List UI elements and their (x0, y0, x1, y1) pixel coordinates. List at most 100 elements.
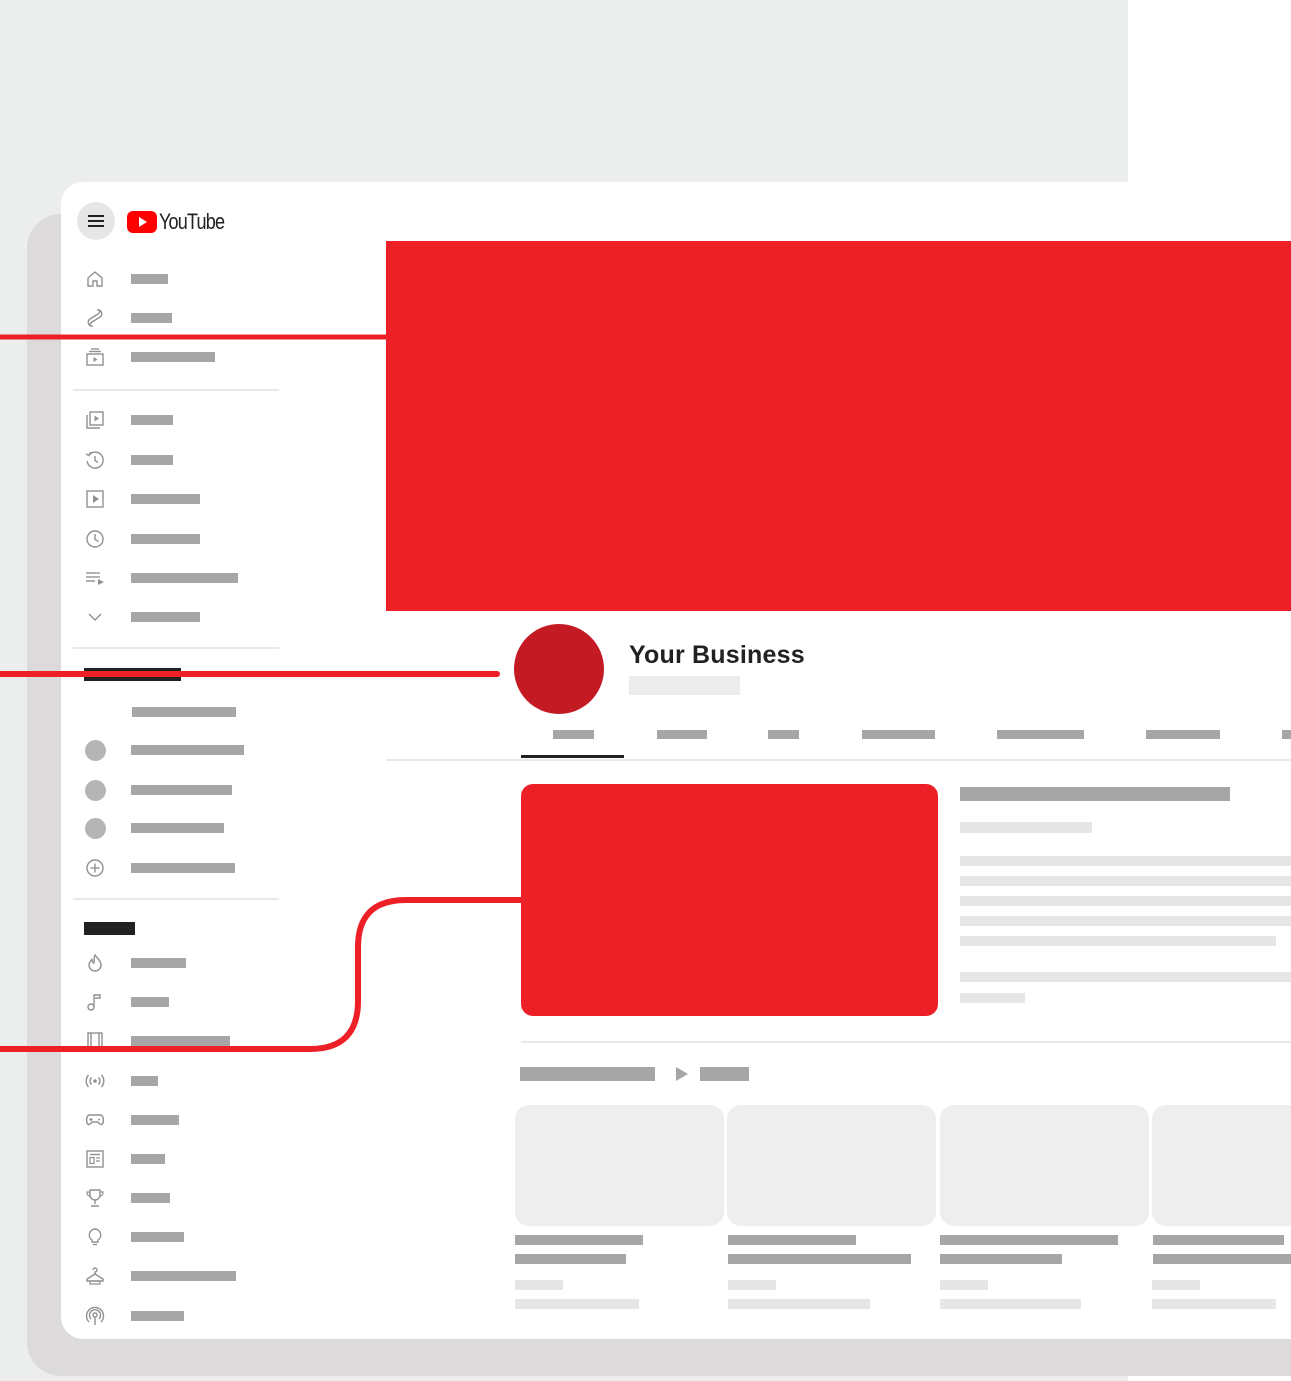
description-line-placeholder (960, 896, 1291, 906)
card-title-placeholder (940, 1235, 1118, 1245)
featured-video-title-placeholder (960, 787, 1230, 801)
youtube-wordmark: YouTube (159, 209, 225, 234)
sidebar-label-placeholder (131, 494, 200, 504)
video-card-thumbnail[interactable] (940, 1105, 1149, 1226)
hamburger-menu-button[interactable] (77, 202, 115, 240)
news-icon (86, 1150, 104, 1168)
tabs-divider (386, 759, 1291, 761)
your-videos-icon (86, 490, 104, 508)
video-card-thumbnail[interactable] (727, 1105, 936, 1226)
sidebar-item-history[interactable] (61, 448, 291, 472)
live-icon (85, 1074, 105, 1088)
sidebar-label-placeholder (132, 707, 236, 717)
sidebar-item-subscriptions[interactable] (61, 345, 291, 369)
sidebar-label-placeholder (131, 352, 215, 362)
sidebar-label-placeholder (131, 745, 244, 755)
show-more-chevron-icon (88, 613, 102, 621)
sidebar-item-learning[interactable] (61, 1225, 291, 1249)
sidebar-item-playlist[interactable] (61, 566, 291, 590)
sidebar-item-trending[interactable] (61, 951, 291, 975)
sidebar-item-library[interactable] (61, 408, 291, 432)
sidebar-item-watch-later[interactable] (61, 527, 291, 551)
sidebar-item-music[interactable] (61, 990, 291, 1014)
sidebar-label-placeholder (131, 1115, 179, 1125)
gaming-icon (85, 1114, 105, 1126)
youtube-logo[interactable]: YouTube (127, 209, 238, 235)
podcasts-icon (85, 1306, 105, 1325)
tab-channels[interactable] (1146, 730, 1220, 739)
sidebar-divider (73, 389, 279, 391)
sidebar-label-placeholder (131, 415, 173, 425)
sidebar-label-placeholder (131, 612, 200, 622)
tab-playlists[interactable] (862, 730, 935, 739)
featured-video-thumbnail[interactable] (521, 784, 938, 1016)
sidebar-label-placeholder (131, 823, 224, 833)
history-icon (85, 451, 104, 469)
tab-community[interactable] (997, 730, 1084, 739)
sidebar-label-placeholder (131, 997, 169, 1007)
sidebar-item-channel[interactable] (61, 738, 291, 762)
tab-about[interactable] (1282, 730, 1291, 739)
card-title-placeholder (940, 1254, 1062, 1264)
sidebar-item-fashion[interactable] (61, 1264, 291, 1288)
sidebar-item-gaming[interactable] (61, 1108, 291, 1132)
movies-icon (87, 1032, 103, 1050)
section-divider (521, 1041, 1291, 1043)
sidebar-item-browse-channels[interactable] (61, 856, 291, 880)
sidebar-item-your-videos[interactable] (61, 487, 291, 511)
learning-icon (88, 1228, 102, 1246)
sidebar-item-show-more[interactable] (61, 605, 291, 629)
sidebar-item-subscription-placeholder (61, 700, 291, 724)
home-icon (87, 271, 103, 287)
channel-avatar-large[interactable] (514, 624, 604, 714)
sidebar-section-heading-placeholder (84, 668, 181, 681)
sports-icon (86, 1189, 104, 1207)
card-title-placeholder (1153, 1254, 1291, 1264)
card-title-placeholder (728, 1235, 856, 1245)
video-card-thumbnail[interactable] (515, 1105, 724, 1226)
music-icon (87, 994, 101, 1011)
sidebar-item-channel[interactable] (61, 816, 291, 840)
play-all-label-placeholder[interactable] (700, 1067, 749, 1081)
play-all-icon[interactable] (676, 1067, 688, 1081)
tab-shorts[interactable] (768, 730, 799, 739)
sidebar-item-live[interactable] (61, 1069, 291, 1093)
description-line-placeholder (960, 916, 1291, 926)
sidebar-item-movies[interactable] (61, 1029, 291, 1053)
sidebar-label-placeholder (131, 274, 168, 284)
card-meta-placeholder (728, 1299, 870, 1309)
hamburger-icon (88, 215, 104, 227)
description-line-placeholder (960, 936, 1276, 946)
tab-videos[interactable] (657, 730, 707, 739)
channel-avatar (85, 780, 106, 801)
sidebar-label-placeholder (131, 455, 173, 465)
sidebar-label-placeholder (131, 1076, 158, 1086)
subscriptions-icon (86, 348, 104, 366)
sidebar-item-home[interactable] (61, 267, 291, 291)
sidebar-label-placeholder (131, 1311, 184, 1321)
card-title-placeholder (515, 1235, 643, 1245)
sidebar-divider (73, 898, 279, 900)
add-circle-icon (86, 859, 104, 877)
card-meta-placeholder (728, 1280, 776, 1290)
sidebar-item-channel[interactable] (61, 778, 291, 802)
description-line-placeholder (960, 876, 1291, 886)
sidebar-item-sports[interactable] (61, 1186, 291, 1210)
sidebar-item-podcasts[interactable] (61, 1304, 291, 1328)
sidebar-label-placeholder (131, 1232, 184, 1242)
description-line-placeholder (960, 856, 1291, 866)
channel-name: Your Business (629, 641, 805, 669)
video-card-thumbnail[interactable] (1152, 1105, 1291, 1226)
sidebar-label-placeholder (131, 1154, 165, 1164)
card-meta-placeholder (515, 1280, 563, 1290)
channel-handle-placeholder (629, 676, 740, 695)
youtube-window: YouTube Your Business (61, 182, 1291, 1339)
sidebar-item-news[interactable] (61, 1147, 291, 1171)
tab-home[interactable] (553, 730, 594, 739)
sidebar-item-shorts[interactable] (61, 306, 291, 330)
watch-later-icon (86, 530, 104, 548)
sidebar-label-placeholder (131, 1271, 236, 1281)
card-meta-placeholder (1152, 1280, 1200, 1290)
trending-icon (88, 953, 102, 972)
shorts-icon (87, 309, 103, 327)
